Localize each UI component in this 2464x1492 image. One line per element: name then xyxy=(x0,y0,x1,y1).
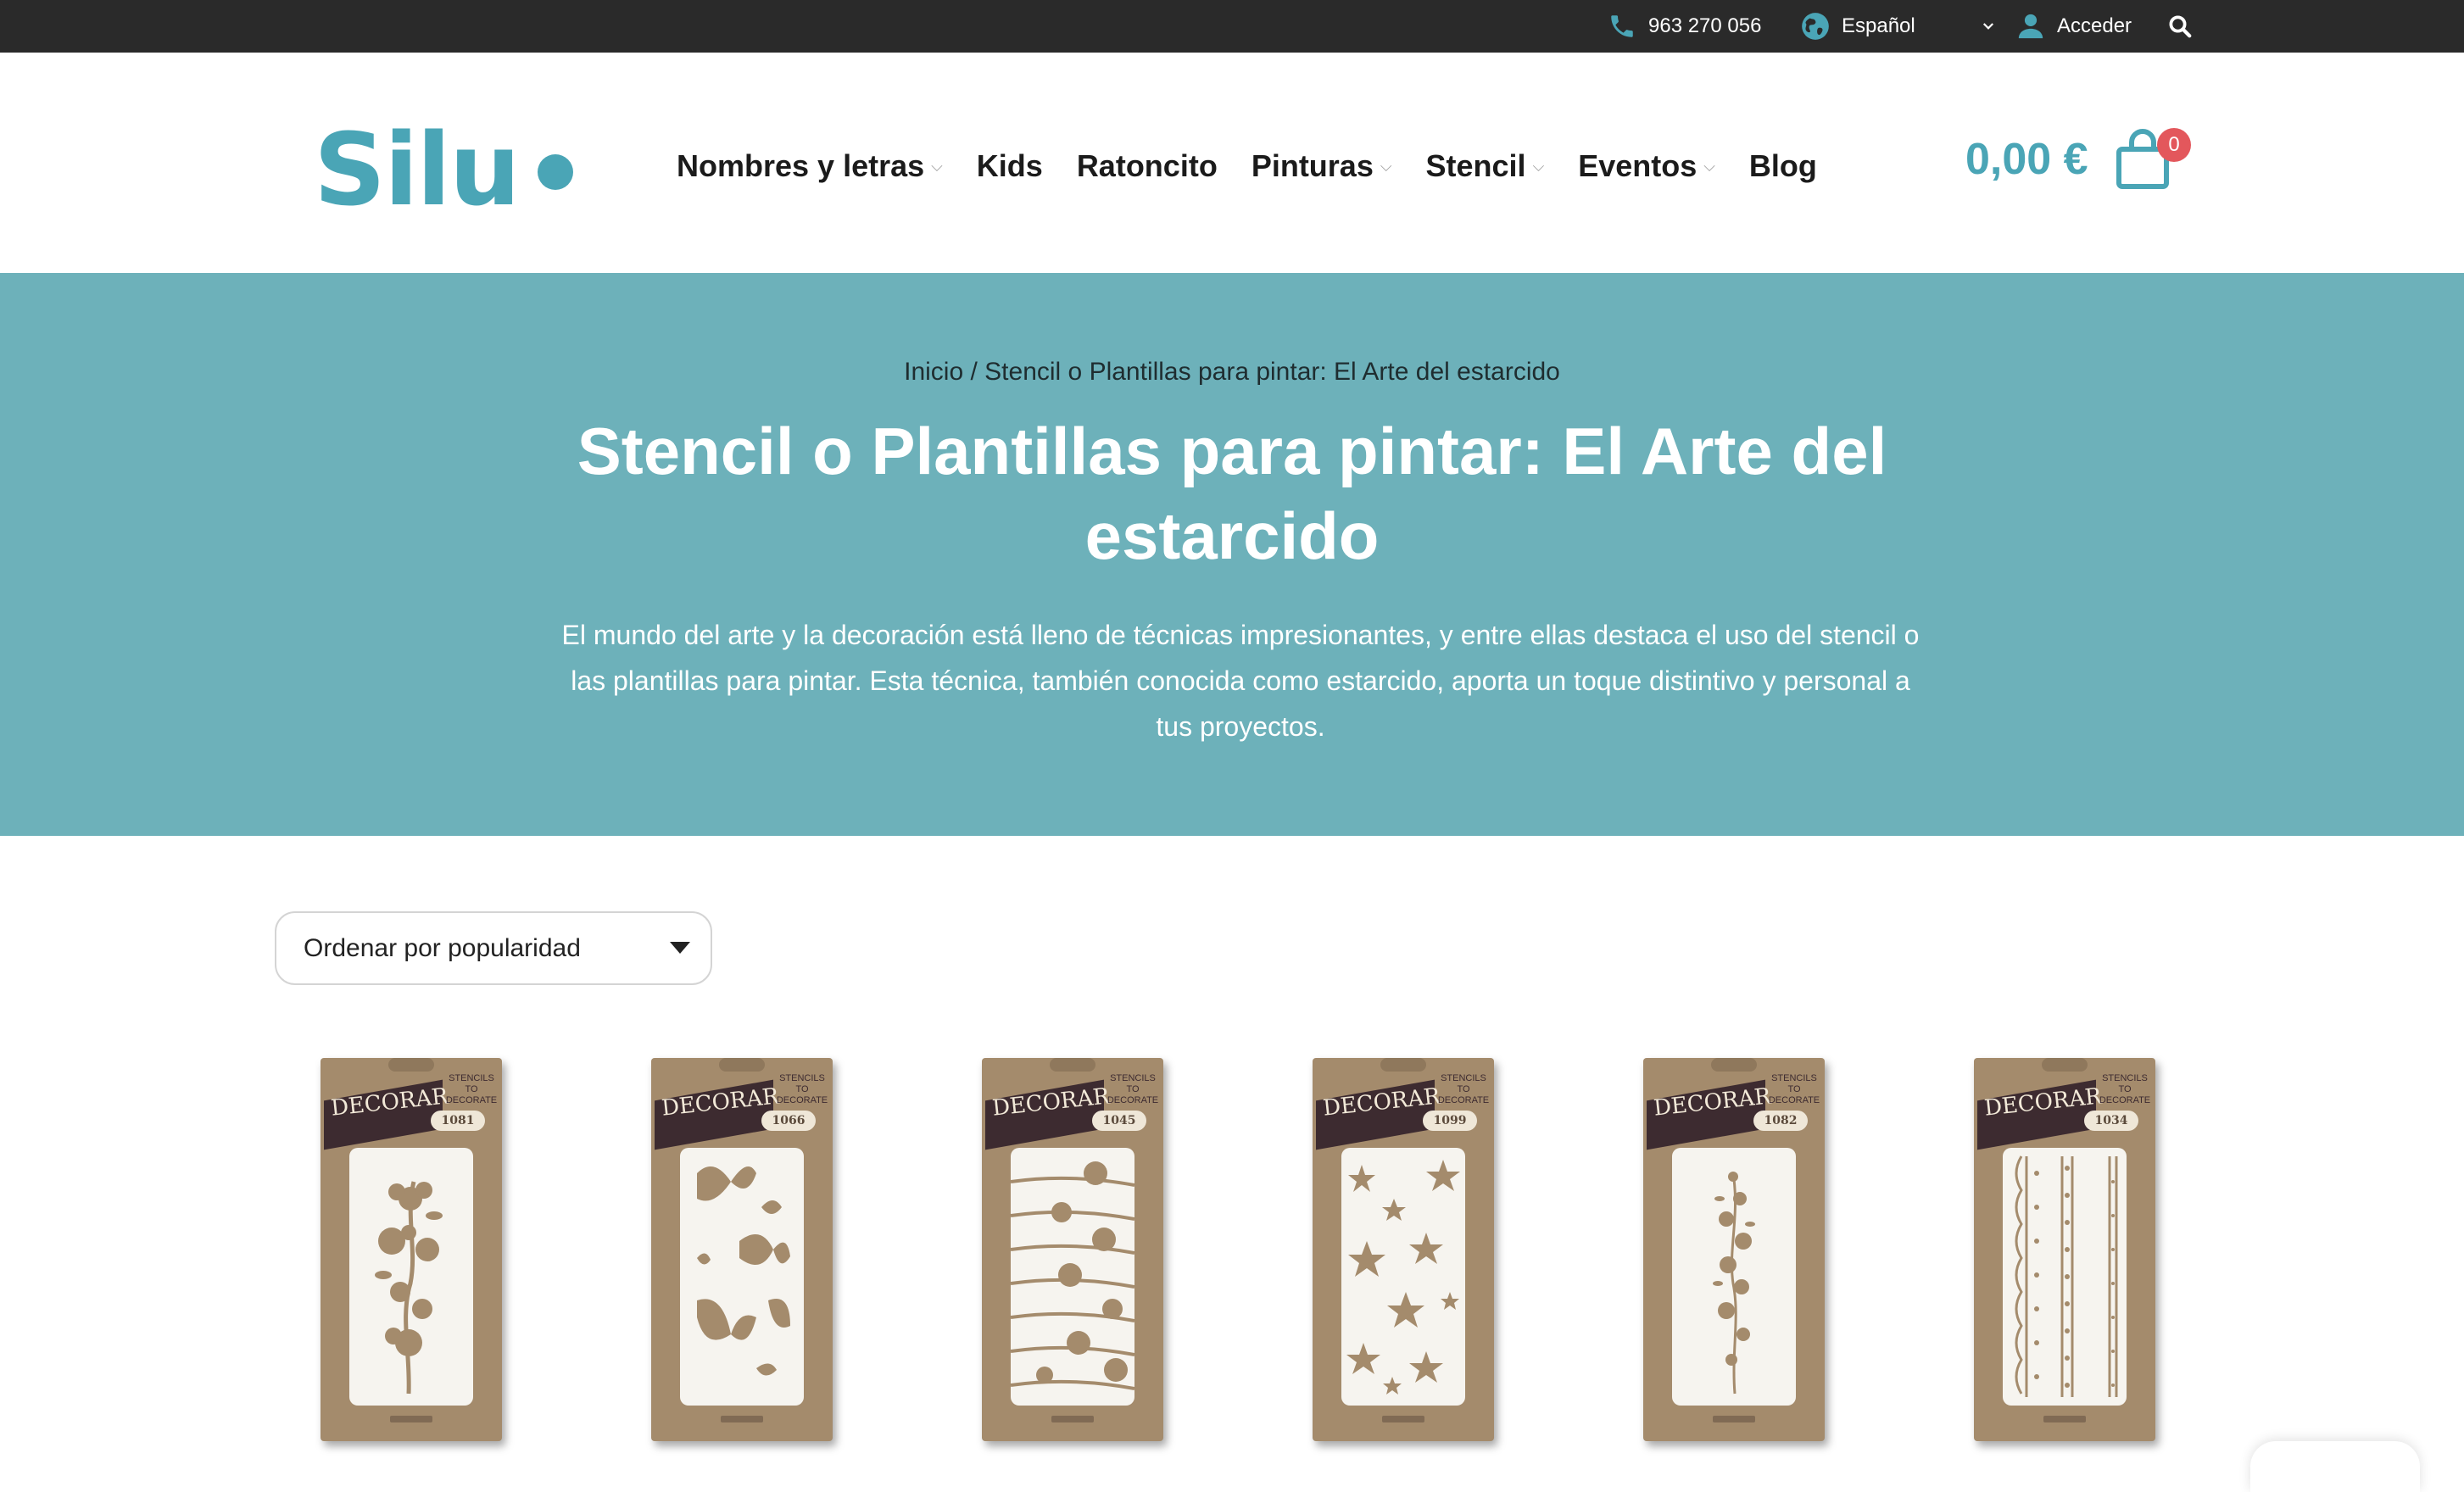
nav-label: Pinturas xyxy=(1251,148,1374,183)
stencil-pattern xyxy=(1011,1148,1134,1406)
product-code: 1082 xyxy=(1753,1111,1808,1131)
search-icon xyxy=(2167,14,2193,39)
nav-item-ratoncito[interactable]: Ratoncito xyxy=(1077,148,1218,184)
category-description: El mundo del arte y la decoración está l… xyxy=(561,620,1920,742)
product-code: 1045 xyxy=(1092,1111,1146,1131)
stencil-pattern xyxy=(680,1148,804,1406)
product-card[interactable]: DECORAR STENCILS TO DECORATE 1099 xyxy=(1313,1051,1499,1441)
product-image[interactable]: DECORAR STENCILS TO DECORATE 1081 xyxy=(321,1058,502,1441)
hang-hole xyxy=(2042,1058,2088,1072)
package-brand: STENCILS TO DECORATE xyxy=(776,1073,828,1105)
phone-number: 963 270 056 xyxy=(1648,14,1762,37)
product-card[interactable]: DECORAR STENCILS TO DECORATE 1081 xyxy=(321,1051,507,1441)
login-label: Acceder xyxy=(2057,14,2132,37)
main-nav: Nombres y letras ⌵ Kids Ratoncito Pintura… xyxy=(677,132,1851,200)
nav-label: Blog xyxy=(1748,148,1817,183)
sort-select[interactable]: Ordenar por popularidad xyxy=(275,911,712,985)
phone-link[interactable]: 963 270 056 xyxy=(1608,0,1761,53)
chevron-down-icon: ⌵ xyxy=(931,157,943,175)
brand-footer-mark xyxy=(1382,1416,1424,1422)
package-brand: STENCILS TO DECORATE xyxy=(445,1073,498,1105)
nav-label: Stencil xyxy=(1425,148,1526,183)
language-label: Español xyxy=(1842,14,1915,37)
logo-wordmark: Silu xyxy=(314,111,521,228)
stencil-pattern xyxy=(2003,1148,2127,1406)
page-title: Stencil o Plantillas para pintar: El Art… xyxy=(577,414,1887,573)
category-hero: Inicio / Stencil o Plantillas para pinta… xyxy=(0,273,2464,836)
globe-icon xyxy=(1799,10,1831,42)
product-card[interactable]: DECORAR STENCILS TO DECORATE 1082 xyxy=(1643,1051,1830,1441)
product-image[interactable]: DECORAR STENCILS TO DECORATE 1099 xyxy=(1313,1058,1494,1441)
product-code: 1099 xyxy=(1423,1111,1477,1131)
language-selector[interactable]: Español xyxy=(1799,0,1996,53)
chevron-down-icon: ⌵ xyxy=(1703,157,1715,175)
stencil-pattern xyxy=(349,1148,473,1406)
brand-footer-mark xyxy=(721,1416,763,1422)
product-card[interactable]: DECORAR STENCILS TO DECORATE 1034 xyxy=(1974,1051,2160,1441)
chevron-down-icon xyxy=(1981,19,1996,34)
product-card[interactable]: DECORAR STENCILS TO DECORATE 1045 xyxy=(982,1051,1168,1441)
brand-footer-mark xyxy=(2043,1416,2086,1422)
chevron-down-icon: ⌵ xyxy=(1532,157,1545,175)
nav-item-blog[interactable]: Blog xyxy=(1749,148,1817,184)
nav-item-kids[interactable]: Kids xyxy=(977,148,1043,184)
product-code: 1081 xyxy=(431,1111,485,1131)
nav-label: Nombres y letras xyxy=(677,148,925,183)
hang-hole xyxy=(1711,1058,1757,1072)
stencil-pattern xyxy=(1341,1148,1465,1406)
nav-item-nombres-y-letras[interactable]: Nombres y letras ⌵ xyxy=(677,148,943,184)
product-image[interactable]: DECORAR STENCILS TO DECORATE 1034 xyxy=(1974,1058,2155,1441)
product-grid: DECORAR STENCILS TO DECORATE 1081 DECORA… xyxy=(0,1051,2464,1465)
nav-item-stencil[interactable]: Stencil ⌵ xyxy=(1426,148,1545,184)
hang-hole xyxy=(1050,1058,1095,1072)
brand-footer-mark xyxy=(1713,1416,1755,1422)
search-button[interactable] xyxy=(2167,0,2193,53)
user-icon xyxy=(2016,12,2045,41)
nav-item-pinturas[interactable]: Pinturas ⌵ xyxy=(1252,148,1392,184)
package-brand: STENCILS TO DECORATE xyxy=(2099,1073,2151,1105)
cart-count-badge: 0 xyxy=(2157,128,2191,162)
product-code: 1034 xyxy=(2084,1111,2138,1131)
sort-selected-value: Ordenar por popularidad xyxy=(304,933,581,962)
cart-total[interactable]: 0,00 € xyxy=(1965,134,2088,185)
nav-label: Kids xyxy=(976,148,1043,183)
brand-footer-mark xyxy=(1051,1416,1094,1422)
product-card[interactable]: DECORAR STENCILS TO DECORATE 1066 xyxy=(651,1051,838,1441)
package-brand: STENCILS TO DECORATE xyxy=(1768,1073,1820,1105)
product-image[interactable]: DECORAR STENCILS TO DECORATE 1082 xyxy=(1643,1058,1825,1441)
product-image[interactable]: DECORAR STENCILS TO DECORATE 1066 xyxy=(651,1058,833,1441)
nav-label: Eventos xyxy=(1578,148,1697,183)
nav-item-eventos[interactable]: Eventos ⌵ xyxy=(1578,148,1715,184)
hang-hole xyxy=(388,1058,434,1072)
stencil-pattern xyxy=(1672,1148,1796,1406)
logo-dot xyxy=(537,154,573,190)
hang-hole xyxy=(719,1058,765,1072)
caret-down-icon xyxy=(670,942,690,954)
package-brand: STENCILS TO DECORATE xyxy=(1107,1073,1159,1105)
brand-footer-mark xyxy=(390,1416,432,1422)
login-link[interactable]: Acceder xyxy=(2016,0,2132,53)
chevron-down-icon: ⌵ xyxy=(1380,157,1392,175)
product-image[interactable]: DECORAR STENCILS TO DECORATE 1045 xyxy=(982,1058,1163,1441)
chat-widget[interactable] xyxy=(2250,1441,2420,1492)
breadcrumb[interactable]: Inicio / Stencil o Plantillas para pinta… xyxy=(0,358,2464,387)
site-logo[interactable]: Silu xyxy=(314,119,573,220)
nav-label: Ratoncito xyxy=(1076,148,1218,183)
product-code: 1066 xyxy=(761,1111,816,1131)
hang-hole xyxy=(1380,1058,1426,1072)
package-brand: STENCILS TO DECORATE xyxy=(1437,1073,1490,1105)
phone-icon xyxy=(1608,12,1636,41)
top-bar: 963 270 056 Español Acceder xyxy=(0,0,2464,53)
